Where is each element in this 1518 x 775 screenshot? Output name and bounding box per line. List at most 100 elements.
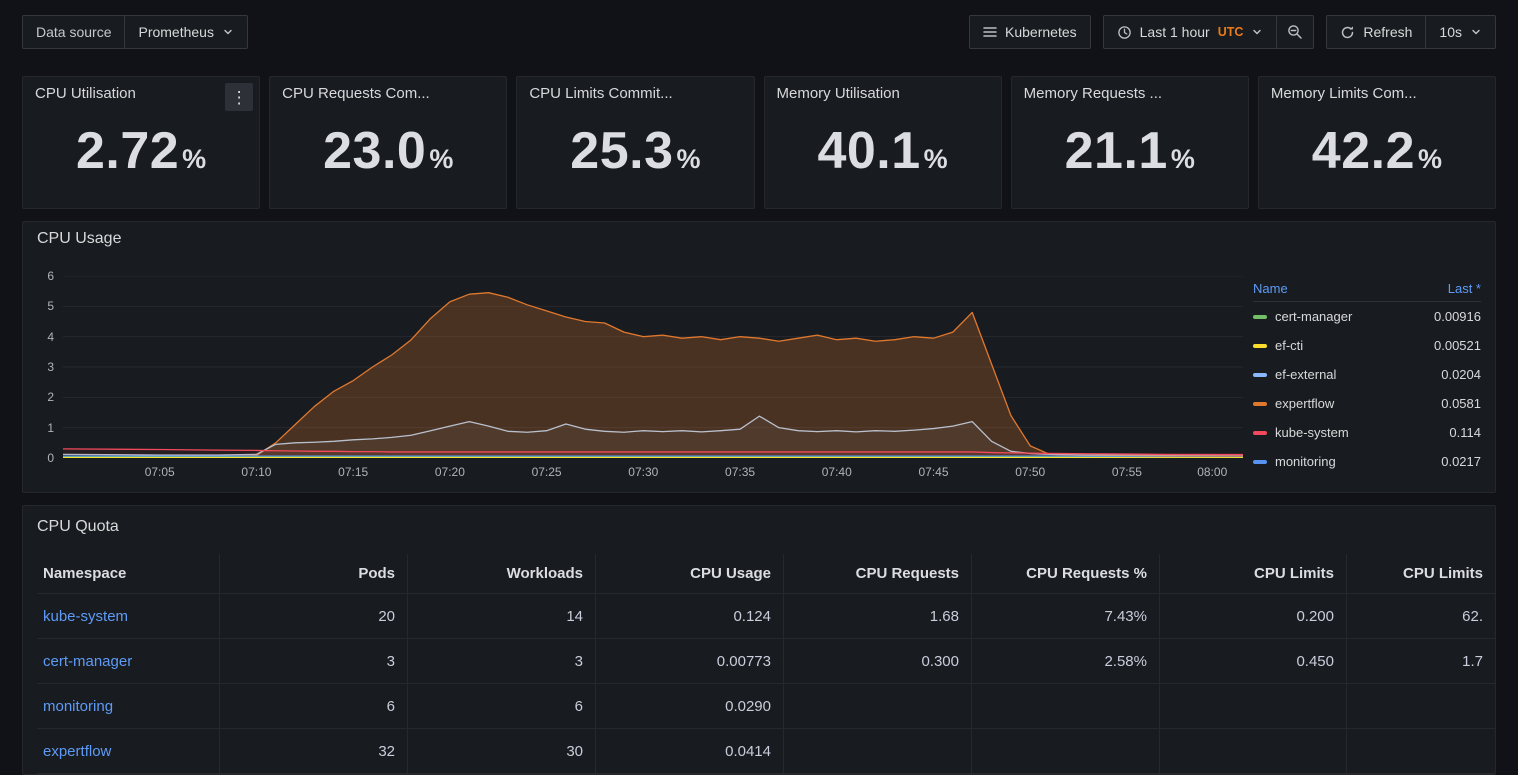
table-row: monitoring 6 6 0.0290 (37, 684, 1495, 729)
legend-series-value: 0.0204 (1441, 367, 1481, 382)
legend-series-name[interactable]: expertflow (1275, 396, 1441, 411)
legend-item-ef-cti[interactable]: ef-cti 0.00521 (1253, 331, 1481, 360)
table-cell: 0.124 (596, 594, 784, 638)
column-header-cpu-requests-pct[interactable]: CPU Requests % (972, 554, 1160, 593)
time-controls: Last 1 hour UTC (1103, 15, 1315, 49)
column-header-cpu-requests[interactable]: CPU Requests (784, 554, 972, 593)
legend-series-name[interactable]: kube-system (1275, 425, 1449, 440)
panel-title[interactable]: CPU Limits Commit... (529, 85, 741, 102)
y-tick-label: 4 (47, 330, 54, 344)
legend-name-header[interactable]: Name (1253, 281, 1288, 296)
namespace-link[interactable]: monitoring (37, 684, 220, 728)
legend-header: Name Last * (1253, 276, 1481, 302)
refresh-controls: Refresh 10s (1326, 15, 1496, 49)
legend-item-expertflow[interactable]: expertflow 0.0581 (1253, 389, 1481, 418)
time-range-picker[interactable]: Last 1 hour UTC (1103, 15, 1278, 49)
table-cell: 0.300 (784, 639, 972, 683)
datasource-select[interactable]: Prometheus (124, 15, 247, 49)
table-cell: 0.450 (1160, 639, 1347, 683)
panel-title-cpu-usage[interactable]: CPU Usage (37, 230, 121, 254)
column-header-workloads[interactable]: Workloads (408, 554, 596, 593)
stat-value: 25.3 (570, 125, 673, 177)
refresh-button-label: Refresh (1363, 24, 1412, 40)
table-cell: 30 (408, 729, 596, 773)
y-tick-label: 1 (47, 421, 54, 435)
column-header-cpu-usage[interactable]: CPU Usage (596, 554, 784, 593)
stat-value: 40.1 (817, 125, 920, 177)
namespace-link[interactable]: expertflow (37, 729, 220, 773)
table-cell (784, 684, 972, 728)
column-header-cpu-limits[interactable]: CPU Limits (1160, 554, 1347, 593)
panel-menu-button[interactable]: ⋮ (225, 83, 253, 111)
table-cell: 7.43% (972, 594, 1160, 638)
toolbar: Data source Prometheus Kubernetes Last 1… (22, 14, 1496, 50)
table-row: expertflow 32 30 0.0414 (37, 729, 1495, 774)
column-header-cpu-limits-pct[interactable]: CPU Limits (1347, 554, 1495, 593)
series-color-swatch (1253, 315, 1267, 319)
table-cell: 1.7 (1347, 639, 1495, 683)
stat-value: 21.1 (1065, 125, 1168, 177)
legend-series-name[interactable]: ef-cti (1275, 338, 1434, 353)
x-tick-label: 07:35 (725, 465, 755, 479)
legend-series-name[interactable]: monitoring (1275, 454, 1441, 469)
cpu-usage-chart-plot[interactable] (63, 276, 1243, 458)
table-header-row: Namespace Pods Workloads CPU Usage CPU R… (37, 554, 1495, 594)
panel-title[interactable]: Memory Limits Com... (1271, 85, 1483, 102)
stat-panel-cpu-limits-commitment: CPU Limits Commit... 25.3 % (516, 76, 754, 209)
menu-icon (983, 26, 997, 38)
panel-title[interactable]: Memory Requests ... (1024, 85, 1236, 102)
stat-panel-cpu-requests-commitment: CPU Requests Com... 23.0 % (269, 76, 507, 209)
y-tick-label: 3 (47, 360, 54, 374)
table-cell: 6 (220, 684, 408, 728)
panel-title[interactable]: CPU Utilisation (35, 85, 247, 102)
datasource-value: Prometheus (138, 24, 213, 40)
column-header-namespace[interactable]: Namespace (37, 554, 220, 593)
stat-panel-memory-requests: Memory Requests ... 21.1 % (1011, 76, 1249, 209)
series-color-swatch (1253, 373, 1267, 377)
table-row: cert-manager 3 3 0.00773 0.300 2.58% 0.4… (37, 639, 1495, 684)
y-tick-label: 6 (47, 269, 54, 283)
stat-value: 2.72 (76, 125, 179, 177)
x-tick-label: 07:05 (145, 465, 175, 479)
zoom-out-icon (1287, 24, 1303, 40)
refresh-interval-select[interactable]: 10s (1425, 15, 1496, 49)
kubernetes-button[interactable]: Kubernetes (969, 15, 1091, 49)
legend-item-monitoring[interactable]: monitoring 0.0217 (1253, 447, 1481, 476)
column-header-pods[interactable]: Pods (220, 554, 408, 593)
table-cell: 0.00773 (596, 639, 784, 683)
stat-value: 23.0 (323, 125, 426, 177)
cpu-quota-table: Namespace Pods Workloads CPU Usage CPU R… (37, 554, 1495, 774)
legend-series-value: 0.00916 (1434, 309, 1481, 324)
namespace-link[interactable]: cert-manager (37, 639, 220, 683)
cpu-usage-chart (63, 276, 1243, 458)
stat-panel-cpu-utilisation: CPU Utilisation ⋮ 2.72 % (22, 76, 260, 209)
legend-series-name[interactable]: ef-external (1275, 367, 1441, 382)
legend-item-cert-manager[interactable]: cert-manager 0.00916 (1253, 302, 1481, 331)
stat-unit: % (429, 144, 453, 175)
namespace-link[interactable]: kube-system (37, 594, 220, 638)
table-cell: 0.0290 (596, 684, 784, 728)
x-tick-label: 07:40 (822, 465, 852, 479)
legend-series-value: 0.0217 (1441, 454, 1481, 469)
y-tick-label: 0 (47, 451, 54, 465)
legend-item-ef-external[interactable]: ef-external 0.0204 (1253, 360, 1481, 389)
series-color-swatch (1253, 431, 1267, 435)
stat-value: 42.2 (1312, 125, 1415, 177)
table-cell: 1.68 (784, 594, 972, 638)
refresh-icon (1340, 25, 1355, 40)
table-cell (972, 684, 1160, 728)
table-cell: 0.200 (1160, 594, 1347, 638)
y-tick-label: 5 (47, 299, 54, 313)
table-cell: 32 (220, 729, 408, 773)
cpu-quota-panel: CPU Quota Namespace Pods Workloads CPU U… (22, 505, 1496, 775)
refresh-button[interactable]: Refresh (1326, 15, 1426, 49)
panel-title[interactable]: CPU Requests Com... (282, 85, 494, 102)
legend-series-name[interactable]: cert-manager (1275, 309, 1434, 324)
zoom-out-button[interactable] (1276, 15, 1314, 49)
legend-item-kube-system[interactable]: kube-system 0.114 (1253, 418, 1481, 447)
table-cell: 3 (220, 639, 408, 683)
panel-title-cpu-quota[interactable]: CPU Quota (37, 518, 119, 542)
legend-last-header[interactable]: Last * (1448, 281, 1481, 296)
x-tick-label: 07:45 (918, 465, 948, 479)
panel-title[interactable]: Memory Utilisation (777, 85, 989, 102)
